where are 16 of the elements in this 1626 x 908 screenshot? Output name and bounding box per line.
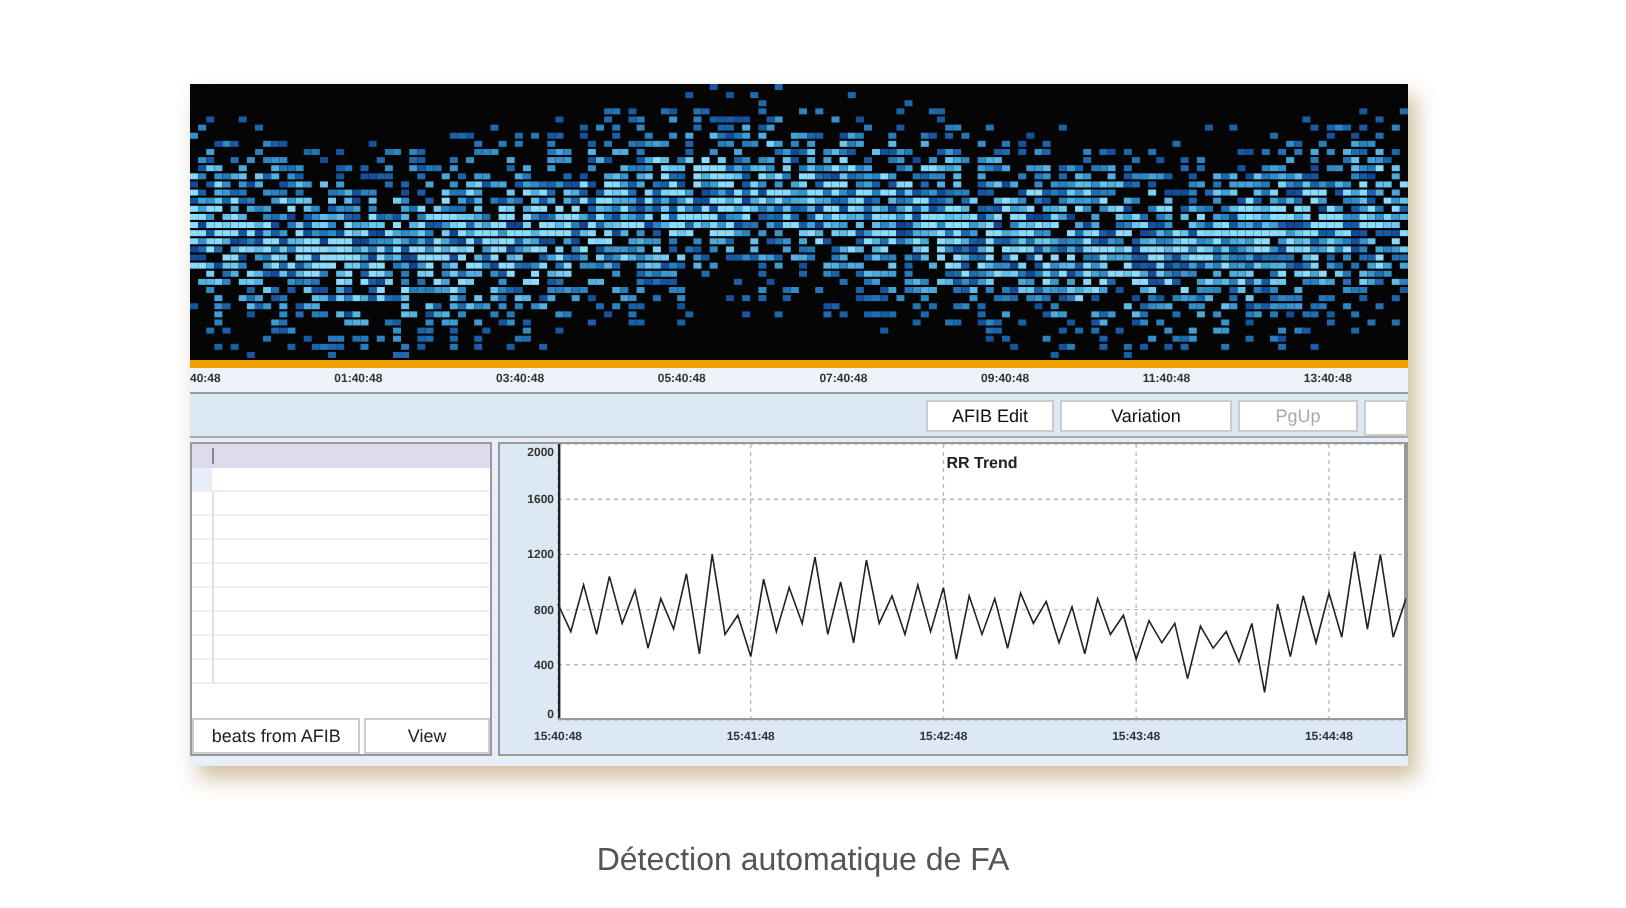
table-row[interactable] [192,540,490,564]
table-row[interactable] [192,516,490,540]
caption: Détection automatique de FA [594,844,1012,880]
table-row[interactable] [192,468,490,492]
toolbar-button[interactable]: AFIB Edit [926,400,1054,432]
toolbar-button[interactable]: Variation [1060,400,1232,432]
list-button[interactable]: beats from AFIB [192,718,361,754]
table-row[interactable] [192,492,490,516]
toolbar-button[interactable] [1364,400,1408,436]
table-row[interactable] [192,588,490,612]
list-button[interactable]: View [364,718,490,754]
table-row[interactable] [192,636,490,660]
table-row[interactable] [192,564,490,588]
table-row[interactable] [192,612,490,636]
chart-title: RR Trend [946,454,1018,472]
table-row[interactable] [192,660,490,684]
